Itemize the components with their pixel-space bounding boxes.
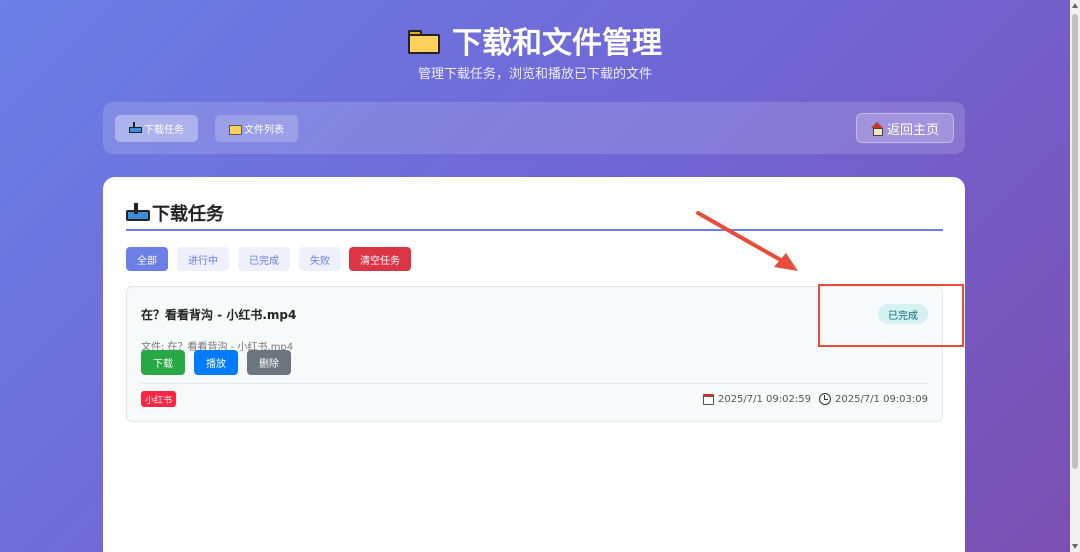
tab-file-list-label: 文件列表 (244, 125, 284, 136)
download-tasks-panel: 下载任务 全部 进行中 已完成 失败 清空任务 在？看看背沟 - 小红书.mp4… (103, 177, 965, 552)
tab-download-tasks[interactable]: 下载任务 (115, 115, 198, 142)
section-title: 下载任务 (126, 200, 943, 231)
nav-bar: 下载任务 文件列表 返回主页 (103, 102, 965, 154)
delete-button[interactable]: 删除 (247, 350, 291, 375)
annotation-highlight-box (818, 284, 964, 347)
scroll-thumb[interactable] (1072, 14, 1078, 469)
page-title: 下载和文件管理 (0, 18, 1070, 62)
finished-time: 2025/7/1 09:03:09 (834, 393, 928, 405)
inbox-tray-icon (126, 203, 150, 221)
download-button[interactable]: 下载 (141, 350, 185, 375)
task-times: 2025/7/1 09:02:59 2025/7/1 09:03:09 (702, 393, 928, 405)
home-button-label: 返回主页 (886, 121, 939, 137)
filter-failed-button[interactable]: 失败 (299, 247, 341, 271)
page-title-text: 下载和文件管理 (452, 26, 662, 61)
calendar-icon (702, 393, 714, 405)
scroll-down-icon[interactable] (1072, 544, 1078, 549)
clock-icon (818, 393, 831, 405)
page-subtitle: 管理下载任务，浏览和播放已下载的文件 (417, 67, 652, 82)
filter-completed-button[interactable]: 已完成 (238, 247, 290, 271)
created-time: 2025/7/1 09:02:59 (717, 393, 811, 405)
folder-icon (229, 124, 242, 135)
filter-in-progress-button[interactable]: 进行中 (177, 247, 229, 271)
inbox-tray-icon (129, 122, 142, 133)
clear-tasks-button[interactable]: 清空任务 (349, 247, 411, 271)
scrollbar[interactable] (1070, 0, 1080, 552)
section-title-text: 下载任务 (152, 204, 224, 225)
annotation-arrow (696, 211, 798, 271)
tab-download-tasks-label: 下载任务 (144, 125, 184, 136)
task-divider (141, 383, 928, 384)
folder-icon (408, 28, 440, 54)
house-icon (870, 122, 883, 136)
filter-all-button[interactable]: 全部 (126, 247, 168, 271)
task-name: 在？看看背沟 - 小红书.mp4 (141, 308, 297, 322)
play-button[interactable]: 播放 (194, 350, 238, 375)
tab-file-list[interactable]: 文件列表 (215, 115, 298, 142)
scroll-up-icon[interactable] (1072, 3, 1078, 8)
home-button[interactable]: 返回主页 (855, 113, 954, 143)
source-tag: 小红书 (141, 391, 177, 407)
